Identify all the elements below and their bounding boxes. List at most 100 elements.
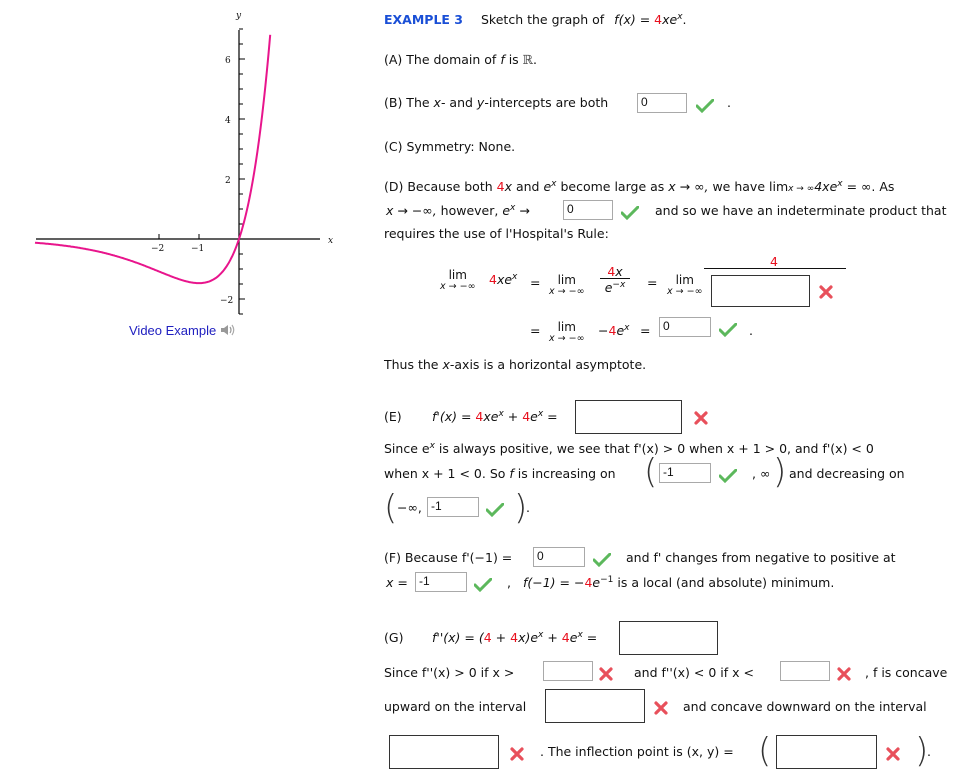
part-a-text: (A) The domain of	[384, 52, 501, 67]
y-tick-label-6: 6	[225, 56, 231, 66]
text: upward on the interval	[384, 699, 527, 714]
part-b-text: (B) The	[384, 95, 434, 110]
lim-expr: 4xe	[814, 179, 838, 194]
limit-expr: x → −∞,	[386, 203, 437, 218]
reals-symbol: ℝ	[522, 52, 534, 67]
concave-down-interval-answer-field[interactable]	[389, 735, 499, 769]
fx-rest: xe	[662, 12, 678, 27]
left-paren: (	[384, 488, 398, 528]
y-axis-ticks	[239, 28, 245, 315]
check-icon	[593, 553, 611, 567]
cross-icon	[599, 667, 613, 681]
y-tick-label-neg2: −2	[220, 296, 233, 306]
intercepts-answer-field[interactable]: 0	[637, 93, 687, 113]
frac-den-exp: −x	[612, 280, 626, 290]
part-f-text2: and f' changes from negative to positive…	[626, 550, 896, 565]
video-example-label[interactable]: Video Example	[129, 323, 216, 338]
numerator-4: 4	[770, 254, 778, 269]
coef: 4	[483, 630, 492, 645]
check-icon	[719, 469, 737, 483]
ex-limit-answer-field[interactable]: 0	[563, 200, 613, 220]
text: . The inflection point is (x, y) =	[540, 744, 734, 759]
concave-down-x-answer-field[interactable]	[780, 661, 830, 681]
plus: +	[503, 409, 523, 424]
text: is increasing on	[513, 466, 616, 481]
period: .	[526, 500, 530, 515]
e-var: e	[592, 575, 601, 590]
equals: =	[530, 275, 541, 290]
part-e-line3: when x + 1 < 0. So f is increasing on	[384, 466, 616, 481]
example-prompt: Sketch the graph of	[481, 12, 605, 27]
x-var: x	[504, 179, 512, 194]
coef: 4	[510, 630, 519, 645]
concave-up-x-answer-field[interactable]	[543, 661, 593, 681]
expr-4xex: 4xex	[489, 272, 518, 287]
equals: =	[543, 409, 558, 424]
lim-under: x → −∞	[440, 281, 476, 292]
lim-1: lim x → −∞	[440, 269, 476, 292]
concave-up-interval-answer-field[interactable]	[545, 689, 645, 723]
part-g-label: (G)	[384, 630, 404, 645]
text: and concave downward on the interval	[683, 699, 927, 714]
lim-under: x → −∞	[667, 286, 703, 297]
denominator-answer-field[interactable]	[711, 275, 810, 307]
f2: f''(x) = (	[432, 630, 484, 645]
check-icon	[486, 503, 504, 517]
coef-4: 4	[654, 12, 663, 27]
text: however,	[436, 203, 503, 218]
fprime-expr: f'(x) = 4xex + 4ex =	[432, 409, 558, 424]
video-example-link[interactable]: Video Example	[129, 323, 236, 338]
part-a: (A) The domain of f is ℝ.	[384, 52, 537, 67]
fprime-neg1-answer-field[interactable]: 0	[533, 547, 585, 567]
text: -axis is a horizontal asymptote.	[449, 357, 647, 372]
period: .	[682, 12, 687, 27]
part-b-mid2: -intercepts are both	[484, 95, 609, 110]
min-x-answer-field[interactable]: -1	[415, 572, 467, 592]
equals: =	[647, 275, 658, 290]
increasing-answer-field[interactable]: -1	[659, 463, 711, 483]
x-equals: x =	[386, 575, 408, 590]
check-icon	[621, 206, 639, 220]
part-b-mid: - and	[440, 95, 477, 110]
exp: x	[512, 272, 518, 282]
expr-neg4ex: −4ex	[598, 323, 630, 338]
text: , f is concave	[865, 665, 948, 680]
period: .	[533, 52, 538, 67]
text: and so we have an indeterminate product …	[655, 203, 947, 218]
part-c: (C) Symmetry: None.	[384, 139, 516, 154]
x-var: x	[442, 357, 450, 372]
period: .	[927, 744, 931, 759]
part-f-text: (F) Because f'(−1) =	[384, 550, 513, 565]
limit-answer-field[interactable]: 0	[659, 317, 711, 337]
coef-4: 4	[496, 179, 505, 194]
fraction-bar	[704, 268, 846, 269]
lim-under: x → −∞	[549, 286, 585, 297]
coef-4: 4	[489, 272, 497, 287]
y-axis-label: y	[235, 11, 242, 21]
cross-icon	[510, 747, 524, 761]
part-d-line1: (D) Because both 4x and ex become large …	[384, 179, 894, 194]
thus-text: Thus the x-axis is a horizontal asymptot…	[384, 357, 646, 372]
inflection-point-answer-field[interactable]	[776, 735, 877, 769]
check-icon	[696, 99, 714, 113]
text: we have	[708, 179, 769, 194]
lim-3: lim x → −∞	[667, 274, 703, 297]
period: .	[749, 323, 753, 338]
cross-icon	[837, 667, 851, 681]
example-label: EXAMPLE 3	[384, 12, 464, 27]
speaker-icon[interactable]	[220, 323, 236, 337]
fprime: f'(x) =	[432, 409, 476, 424]
plus: +	[543, 630, 562, 645]
f2-answer-field[interactable]	[619, 621, 718, 655]
coef: 4	[561, 630, 570, 645]
y-tick-label-4: 4	[225, 116, 231, 126]
text: Since f''(x) > 0 if x >	[384, 665, 515, 680]
limit-expr: x → ∞,	[668, 179, 709, 194]
period: .	[727, 95, 731, 110]
text: Thus the	[384, 357, 443, 372]
part-e-label: (E)	[384, 409, 402, 424]
cross-icon	[886, 747, 900, 761]
decreasing-answer-field[interactable]: -1	[427, 497, 479, 517]
fprime-answer-field[interactable]	[575, 400, 682, 434]
text: and decreasing on	[789, 466, 905, 481]
